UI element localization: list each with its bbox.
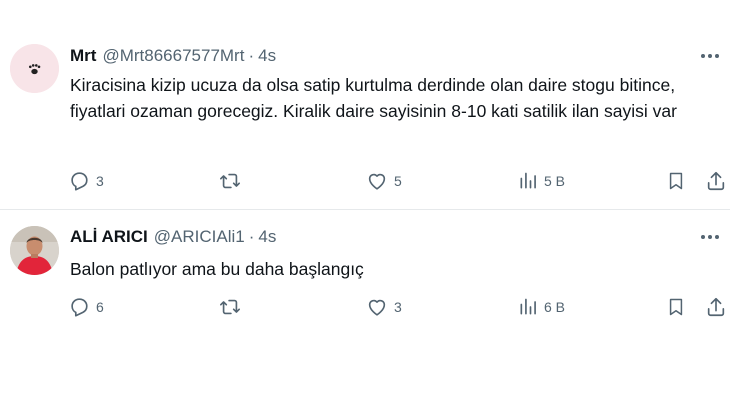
reply-count: 3 bbox=[96, 173, 104, 189]
separator-dot: · bbox=[248, 46, 255, 65]
share-icon bbox=[707, 297, 725, 317]
like-icon bbox=[368, 173, 386, 190]
like-count: 3 bbox=[394, 299, 402, 315]
display-name[interactable]: ALİ ARICI bbox=[70, 227, 148, 247]
tweet-actions: 6 3 6 B bbox=[68, 294, 728, 320]
tweet-actions: 3 5 5 B bbox=[68, 168, 728, 194]
more-icon bbox=[701, 235, 719, 239]
bookmark-icon bbox=[669, 298, 683, 316]
bookmark-icon bbox=[669, 172, 683, 190]
retweet-icon bbox=[220, 299, 240, 315]
like-icon bbox=[368, 299, 386, 316]
views-icon bbox=[520, 172, 536, 189]
display-name[interactable]: Mrt bbox=[70, 46, 96, 66]
more-icon bbox=[701, 54, 719, 58]
more-options-button[interactable] bbox=[698, 46, 722, 66]
timestamp[interactable]: 4s bbox=[258, 46, 276, 66]
tweet-header: Mrt @Mrt86667577Mrt · 4s bbox=[70, 45, 276, 67]
timestamp[interactable]: 4s bbox=[258, 227, 276, 247]
profile-photo bbox=[10, 226, 59, 275]
share-button[interactable] bbox=[705, 168, 727, 194]
like-button[interactable]: 5 bbox=[366, 168, 402, 194]
view-count: 6 B bbox=[544, 299, 566, 315]
bookmark-button[interactable] bbox=[666, 294, 686, 320]
bookmark-button[interactable] bbox=[666, 168, 686, 194]
reply-count: 6 bbox=[96, 299, 104, 315]
more-options-button[interactable] bbox=[698, 227, 722, 247]
share-icon bbox=[707, 171, 725, 191]
avatar[interactable] bbox=[10, 44, 59, 93]
share-button[interactable] bbox=[705, 294, 727, 320]
user-handle[interactable]: @ARICIAli1 bbox=[154, 227, 245, 247]
tweet: ALİ ARICI @ARICIAli1 · 4s Balon patlıyor… bbox=[0, 210, 730, 340]
tweet-text: Balon patlıyor ama bu daha başlangıç bbox=[70, 259, 364, 279]
reply-button[interactable]: 3 bbox=[68, 168, 104, 194]
tweet: Mrt @Mrt86667577Mrt · 4s Kiracisina kizi… bbox=[0, 0, 730, 210]
avatar[interactable] bbox=[10, 226, 59, 275]
separator-dot: · bbox=[248, 227, 255, 246]
views-icon bbox=[520, 298, 536, 315]
retweet-icon bbox=[220, 173, 240, 189]
view-count: 5 B bbox=[544, 173, 566, 189]
paw-icon bbox=[10, 44, 59, 93]
reply-button[interactable]: 6 bbox=[68, 294, 104, 320]
retweet-button[interactable] bbox=[218, 168, 242, 194]
like-count: 5 bbox=[394, 173, 402, 189]
like-button[interactable]: 3 bbox=[366, 294, 402, 320]
tweet-text: Kiracisina kizip ucuza da olsa satip kur… bbox=[70, 75, 677, 121]
retweet-button[interactable] bbox=[218, 294, 242, 320]
views-button[interactable]: 6 B bbox=[518, 294, 565, 320]
user-handle[interactable]: @Mrt86667577Mrt bbox=[102, 46, 244, 66]
reply-icon bbox=[71, 172, 88, 191]
views-button[interactable]: 5 B bbox=[518, 168, 565, 194]
tweet-header: ALİ ARICI @ARICIAli1 · 4s bbox=[70, 226, 276, 248]
reply-icon bbox=[71, 298, 88, 317]
